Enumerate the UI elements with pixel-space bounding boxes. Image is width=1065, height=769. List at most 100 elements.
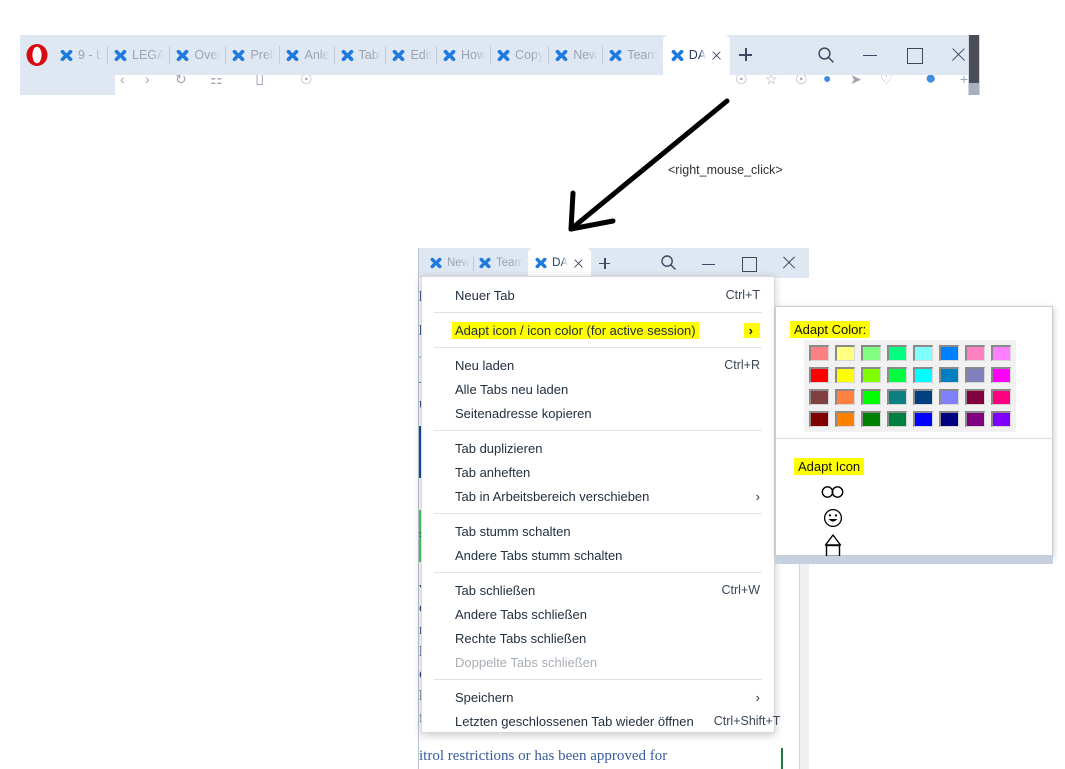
outer-tab-how[interactable]: How bbox=[437, 38, 490, 72]
add-icon[interactable]: + bbox=[960, 75, 968, 87]
inner-new-tab-button[interactable] bbox=[591, 250, 617, 276]
search-icon[interactable] bbox=[804, 35, 848, 75]
icon-option-smiley-face[interactable] bbox=[816, 507, 850, 529]
color-swatch-cell[interactable] bbox=[910, 386, 936, 408]
menu-item-seitenadresse-kopieren[interactable]: Seitenadresse kopieren bbox=[422, 401, 774, 425]
color-swatch-cell[interactable] bbox=[858, 342, 884, 364]
color-swatch-r1-c4[interactable] bbox=[887, 345, 907, 361]
menu-item-letzten-geschlossenen-tab-wieder-ffnen[interactable]: Letzten geschlossenen Tab wieder öffnen C… bbox=[422, 709, 780, 733]
scrollbar-track[interactable] bbox=[969, 83, 979, 95]
outer-tab-tabl[interactable]: Tabl bbox=[335, 38, 386, 72]
color-swatch-cell[interactable] bbox=[962, 342, 988, 364]
menu-item-alle-tabs-neu-laden[interactable]: Alle Tabs neu laden bbox=[422, 377, 774, 401]
opera-logo-icon[interactable] bbox=[20, 35, 54, 75]
forward-icon[interactable]: › bbox=[145, 75, 150, 87]
color-swatch-r4-c3[interactable] bbox=[861, 411, 881, 427]
color-swatch-r3-c2[interactable] bbox=[835, 389, 855, 405]
color-swatch-cell[interactable] bbox=[936, 408, 962, 430]
color-swatch-r2-c2[interactable] bbox=[835, 367, 855, 383]
menu-item-tab-anheften[interactable]: Tab anheften bbox=[422, 460, 774, 484]
icon-option-pencil-house[interactable] bbox=[816, 534, 850, 558]
color-swatch-cell[interactable] bbox=[806, 342, 832, 364]
color-swatch-r2-c1[interactable] bbox=[809, 367, 829, 383]
outer-tab-copy[interactable]: Copy bbox=[491, 38, 548, 72]
menu-item-adapt-icon-icon-color-for-active-session[interactable]: Adapt icon / icon color (for active sess… bbox=[422, 318, 774, 342]
color-swatch-cell[interactable] bbox=[806, 408, 832, 430]
close-icon[interactable] bbox=[769, 248, 809, 278]
outer-window-scrollbar[interactable] bbox=[968, 35, 980, 95]
color-swatch-cell[interactable] bbox=[988, 408, 1014, 430]
inner-tab-team[interactable]: Team bbox=[474, 250, 527, 276]
color-swatch-cell[interactable] bbox=[884, 342, 910, 364]
color-swatch-cell[interactable] bbox=[884, 364, 910, 386]
color-swatch-r2-c3[interactable] bbox=[861, 367, 881, 383]
extension-icon-1[interactable]: ☉ bbox=[735, 75, 748, 88]
menu-item-tab-stumm-schalten[interactable]: Tab stumm schalten bbox=[422, 519, 774, 543]
color-swatch-cell[interactable] bbox=[832, 342, 858, 364]
color-swatch-cell[interactable] bbox=[806, 364, 832, 386]
bookmark-icon[interactable]: ➤ bbox=[850, 75, 862, 88]
reload-icon[interactable]: ↻ bbox=[175, 75, 187, 88]
color-swatch-cell[interactable] bbox=[858, 364, 884, 386]
color-swatch-cell[interactable] bbox=[806, 386, 832, 408]
minimize-icon[interactable] bbox=[689, 248, 729, 278]
outer-tab-anle[interactable]: Anle bbox=[280, 38, 333, 72]
color-swatch-cell[interactable] bbox=[910, 408, 936, 430]
icon-option-two-circles[interactable] bbox=[816, 481, 850, 503]
color-swatch-r1-c8[interactable] bbox=[991, 345, 1011, 361]
color-swatch-cell[interactable] bbox=[988, 364, 1014, 386]
color-swatch-r4-c1[interactable] bbox=[809, 411, 829, 427]
menu-item-andere-tabs-stumm-schalten[interactable]: Andere Tabs stumm schalten bbox=[422, 543, 774, 567]
color-swatch-cell[interactable] bbox=[910, 364, 936, 386]
search-icon[interactable] bbox=[649, 248, 689, 278]
color-swatch-cell[interactable] bbox=[988, 386, 1014, 408]
color-swatch-r1-c5[interactable] bbox=[913, 345, 933, 361]
color-swatch-cell[interactable] bbox=[832, 364, 858, 386]
color-swatch-r2-c5[interactable] bbox=[913, 367, 933, 383]
outer-tab-9-l[interactable]: 9 - L bbox=[54, 38, 107, 72]
menu-item-tab-in-arbeitsbereich-verschieben[interactable]: Tab in Arbeitsbereich verschieben › bbox=[422, 484, 774, 508]
menu-item-speichern[interactable]: Speichern › bbox=[422, 685, 774, 709]
shield-icon[interactable]: ☉ bbox=[300, 75, 313, 88]
outer-tab-preli[interactable]: Preli bbox=[226, 38, 279, 72]
color-swatch-cell[interactable] bbox=[884, 408, 910, 430]
maximize-icon[interactable] bbox=[729, 248, 769, 278]
color-swatch-r3-c1[interactable] bbox=[809, 389, 829, 405]
color-swatch-r1-c1[interactable] bbox=[809, 345, 829, 361]
heart-icon[interactable]: ♡ bbox=[880, 75, 893, 88]
color-swatch-r3-c7[interactable] bbox=[965, 389, 985, 405]
outer-tab-lega[interactable]: LEGA bbox=[108, 38, 169, 72]
inner-tab-new[interactable]: New bbox=[425, 250, 473, 276]
color-swatch-r4-c4[interactable] bbox=[887, 411, 907, 427]
color-swatch-r2-c6[interactable] bbox=[939, 367, 959, 383]
color-swatch-r4-c6[interactable] bbox=[939, 411, 959, 427]
color-swatch-r1-c2[interactable] bbox=[835, 345, 855, 361]
outer-tab-da[interactable]: DA bbox=[662, 35, 731, 75]
menu-item-andere-tabs-schlie-en[interactable]: Andere Tabs schließen bbox=[422, 602, 774, 626]
color-swatch-cell[interactable] bbox=[910, 342, 936, 364]
profile-icon[interactable]: ● bbox=[823, 75, 831, 86]
menu-item-rechte-tabs-schlie-en[interactable]: Rechte Tabs schließen bbox=[422, 626, 774, 650]
color-swatch-r4-c5[interactable] bbox=[913, 411, 933, 427]
color-swatch-r3-c8[interactable] bbox=[991, 389, 1011, 405]
menu-item-neuer-tab[interactable]: Neuer Tab Ctrl+T bbox=[422, 283, 774, 307]
color-swatch-r2-c4[interactable] bbox=[887, 367, 907, 383]
color-swatch-r4-c7[interactable] bbox=[965, 411, 985, 427]
color-swatch-r3-c6[interactable] bbox=[939, 389, 959, 405]
outer-new-tab-button[interactable] bbox=[730, 38, 760, 72]
color-swatch-r4-c8[interactable] bbox=[991, 411, 1011, 427]
color-swatch-r3-c4[interactable] bbox=[887, 389, 907, 405]
scrollbar-thumb[interactable] bbox=[969, 35, 979, 83]
color-swatch-r3-c5[interactable] bbox=[913, 389, 933, 405]
color-swatch-cell[interactable] bbox=[962, 408, 988, 430]
color-swatch-cell[interactable] bbox=[962, 386, 988, 408]
speeddial-icon[interactable]: ☷ bbox=[210, 75, 223, 88]
menu-item-tab-schlie-en[interactable]: Tab schließen Ctrl+W bbox=[422, 578, 774, 602]
color-swatch-cell[interactable] bbox=[832, 408, 858, 430]
extension-icon-3[interactable]: ☉ bbox=[795, 75, 808, 88]
color-swatch-cell[interactable] bbox=[962, 364, 988, 386]
color-swatch-cell[interactable] bbox=[988, 342, 1014, 364]
menu-item-neu-laden[interactable]: Neu laden Ctrl+R bbox=[422, 353, 774, 377]
back-icon[interactable]: ‹ bbox=[120, 75, 125, 87]
color-swatch-cell[interactable] bbox=[832, 386, 858, 408]
